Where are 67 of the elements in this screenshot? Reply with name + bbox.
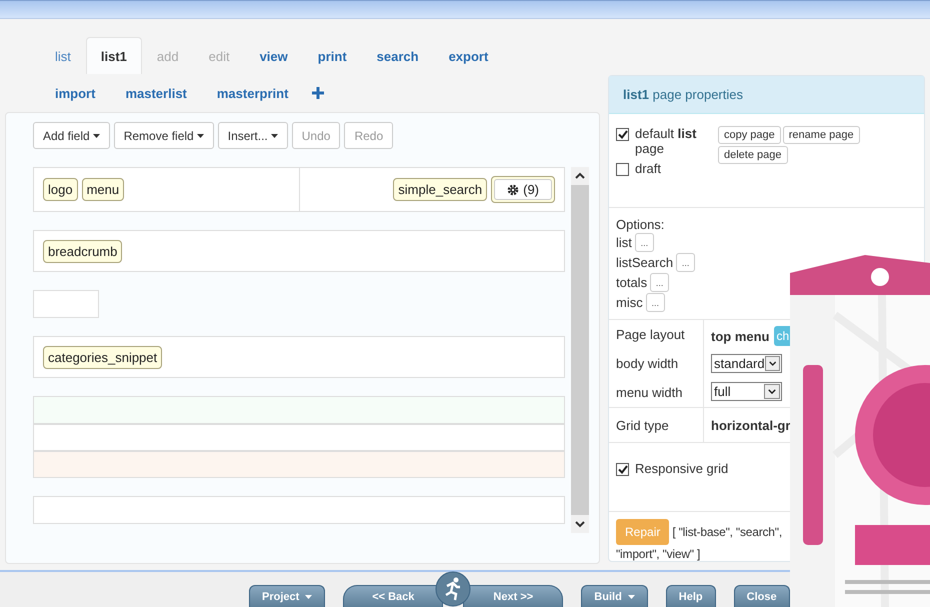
footer-button[interactable]: Close bbox=[734, 585, 790, 607]
options-button[interactable]: ... bbox=[646, 293, 665, 312]
empty-cell bbox=[33, 290, 99, 318]
layout-item[interactable]: categories_snippet bbox=[43, 346, 162, 368]
page-tab[interactable]: import bbox=[40, 85, 110, 101]
layout-item[interactable]: menu bbox=[82, 178, 124, 201]
option-label: listSearch bbox=[616, 255, 674, 270]
page-tab[interactable]: masterlist bbox=[110, 85, 202, 101]
dropdown-icon bbox=[764, 356, 780, 372]
field-label: Grid type bbox=[616, 418, 670, 432]
page-action-button[interactable]: copy page bbox=[718, 126, 781, 144]
checkbox[interactable] bbox=[616, 463, 629, 476]
footer-button[interactable]: Help bbox=[666, 585, 716, 607]
page-tab[interactable]: export bbox=[434, 37, 504, 74]
page-tab[interactable]: search bbox=[362, 37, 434, 74]
caret-icon bbox=[305, 594, 312, 598]
scroll-up-icon[interactable] bbox=[571, 167, 589, 185]
checkbox[interactable] bbox=[616, 128, 629, 141]
panel-title: list1 page properties bbox=[609, 76, 924, 114]
checkbox[interactable] bbox=[616, 163, 629, 176]
page-action-button[interactable]: rename page bbox=[782, 126, 860, 144]
options-button[interactable]: ... bbox=[650, 273, 670, 292]
page-tab[interactable]: list bbox=[40, 37, 86, 74]
field-label: Page layout bbox=[616, 327, 686, 342]
field-label: menu width bbox=[616, 385, 684, 400]
page-tab[interactable]: list1 bbox=[86, 37, 142, 74]
add-icon[interactable] bbox=[311, 86, 326, 100]
next-button[interactable]: Next >> bbox=[463, 585, 564, 607]
scrollbar[interactable] bbox=[571, 167, 589, 533]
grid-type-value: horizontal-gr bbox=[711, 418, 792, 432]
page-tab[interactable]: view bbox=[244, 37, 303, 74]
checkbox-label: draft bbox=[635, 161, 662, 176]
options-button[interactable]: ... bbox=[676, 253, 696, 272]
gear-icon bbox=[507, 184, 520, 196]
option-label: misc bbox=[616, 295, 643, 310]
toolbar-button[interactable]: Remove field bbox=[114, 122, 214, 149]
footer-button[interactable]: Build bbox=[581, 585, 648, 607]
caret-icon bbox=[270, 134, 278, 138]
runner-icon[interactable] bbox=[435, 571, 472, 607]
scroll-down-icon[interactable] bbox=[571, 515, 589, 533]
select-field[interactable]: standard bbox=[711, 354, 782, 374]
checkbox-label: Responsive grid bbox=[635, 461, 728, 476]
checkbox-label: default list page bbox=[635, 126, 698, 156]
layout-item[interactable]: logo bbox=[43, 178, 78, 201]
select-field[interactable]: full bbox=[711, 382, 782, 401]
options-label: Options: bbox=[616, 217, 666, 232]
dropdown-icon bbox=[764, 384, 780, 399]
repair-text: "import", "view" ] bbox=[616, 547, 702, 561]
option-label: totals bbox=[616, 275, 648, 290]
option-label: list bbox=[616, 235, 632, 250]
layout-item[interactable]: simple_search bbox=[393, 178, 488, 201]
layout-item[interactable]: breadcrumb bbox=[43, 240, 122, 262]
caret-icon bbox=[628, 594, 635, 598]
page-tab[interactable]: masterprint bbox=[202, 85, 304, 101]
toolbar-button[interactable]: Insert... bbox=[218, 122, 288, 149]
caret-icon bbox=[92, 134, 100, 138]
back-button[interactable]: << Back bbox=[343, 585, 444, 607]
footer-button[interactable]: Project bbox=[249, 585, 326, 607]
settings-button[interactable]: (9) bbox=[491, 176, 555, 203]
layout-value: top menu bbox=[711, 328, 770, 344]
page-tab[interactable]: print bbox=[302, 37, 362, 74]
options-button[interactable]: ... bbox=[634, 233, 654, 252]
toolbar-button[interactable]: Add field bbox=[33, 122, 110, 149]
caret-icon bbox=[196, 134, 204, 138]
field-label: body width bbox=[616, 356, 680, 371]
repair-text: [ "list-base", "search", bbox=[672, 525, 782, 539]
page-action-button[interactable]: delete page bbox=[718, 146, 788, 164]
